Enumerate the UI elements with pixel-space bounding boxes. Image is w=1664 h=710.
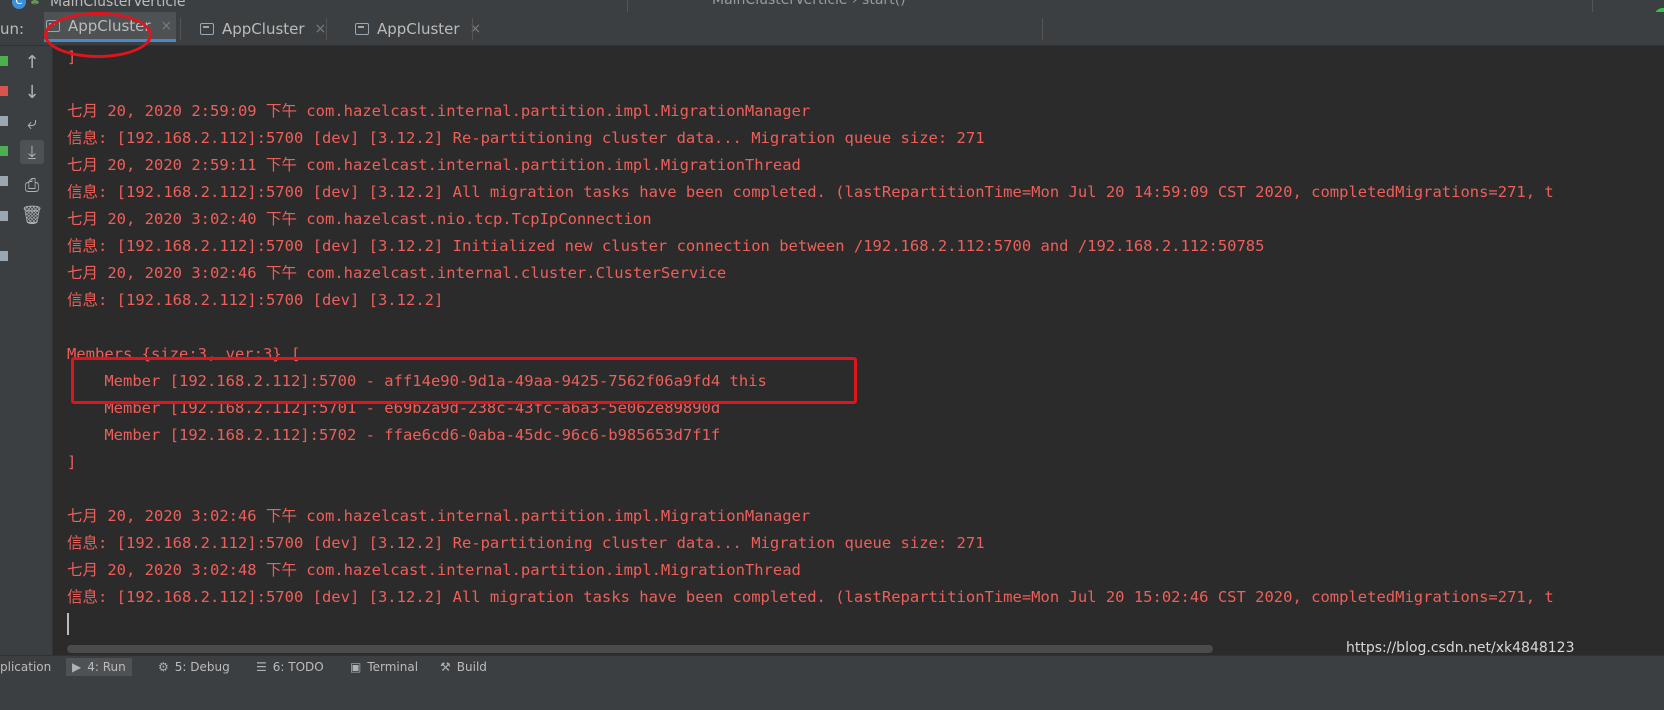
console-line: Member [192.168.2.112]:5700 - aff14e90-9… — [67, 372, 767, 390]
restore-layout-icon[interactable] — [0, 146, 8, 156]
tab-label: plication — [0, 660, 52, 674]
console-toolbar: ↑ ↓ ⤶ ⤓ ⎙ 🗑 — [12, 46, 53, 664]
frame-icon[interactable] — [0, 176, 8, 186]
tab-label: 4: Run — [87, 660, 126, 674]
print-icon[interactable]: ⎙ — [20, 173, 44, 197]
run-tab-bar: un: AppCluster × AppCluster × AppCluster… — [0, 12, 1664, 46]
console-line: Member [192.168.2.112]:5702 - ffae6cd6-0… — [67, 426, 721, 444]
title-divider — [1592, 0, 1593, 12]
tab-label: AppCluster — [377, 19, 460, 38]
pin-icon[interactable] — [0, 251, 8, 261]
tab-label: Terminal — [367, 660, 419, 674]
console-line: 信息: [192.168.2.112]:5700 [dev] [3.12.2] … — [67, 129, 985, 147]
tab-divider — [180, 18, 181, 40]
tab-debug[interactable]: ⚙ 5: Debug — [158, 660, 230, 674]
tool-window-bar: plication ▶ 4: Run ⚙ 5: Debug ☰ 6: TODO … — [0, 655, 1664, 710]
tab-label: AppCluster — [222, 19, 305, 38]
layout-icon[interactable] — [0, 211, 8, 221]
console-line: 信息: [192.168.2.112]:5700 [dev] [3.12.2] … — [67, 588, 1554, 606]
console-output[interactable]: ] 七月 20, 2020 2:59:09 下午 com.hazelcast.i… — [53, 46, 1664, 646]
tab-todo[interactable]: ☰ 6: TODO — [256, 660, 324, 674]
title-divider — [627, 0, 628, 12]
console-line: 信息: [192.168.2.112]:5700 [dev] [3.12.2] … — [67, 183, 1554, 201]
tab-label: AppCluster — [68, 16, 151, 35]
tab-appcluster-2[interactable]: AppCluster × — [200, 12, 326, 45]
run-actions-strip — [0, 46, 12, 664]
trash-icon[interactable]: 🗑 — [20, 203, 44, 227]
rerun-icon[interactable] — [0, 56, 8, 66]
tab-build[interactable]: ⚒ Build — [440, 660, 487, 674]
run-console-icon — [46, 19, 60, 32]
tab-application[interactable]: plication — [0, 660, 51, 674]
down-arrow-icon[interactable]: ↓ — [20, 80, 44, 104]
up-arrow-icon[interactable]: ↑ — [20, 50, 44, 74]
tab-label: Build — [456, 660, 487, 674]
horizontal-scrollbar[interactable] — [67, 645, 1213, 653]
console-line: ] — [67, 453, 77, 471]
text-caret — [67, 613, 69, 635]
console-line: 七月 20, 2020 3:02:40 下午 com.hazelcast.nio… — [67, 210, 652, 228]
scroll-to-end-icon[interactable]: ⤓ — [20, 140, 44, 164]
close-icon[interactable]: × — [161, 18, 173, 34]
console-line: 信息: [192.168.2.112]:5700 [dev] [3.12.2] — [67, 291, 444, 309]
tab-run[interactable]: ▶ 4: Run — [66, 658, 132, 676]
console-line: 七月 20, 2020 3:02:48 下午 com.hazelcast.int… — [67, 561, 801, 579]
tab-appcluster-3[interactable]: AppCluster × — [355, 12, 481, 45]
debug-icon: ⚙ — [158, 660, 169, 674]
console-line: Member [192.168.2.112]:5701 - e69b2a9d-2… — [67, 399, 721, 417]
console-line: 七月 20, 2020 2:59:11 下午 com.hazelcast.int… — [67, 156, 801, 174]
tab-label: 5: Debug — [174, 660, 230, 674]
editor-file-name[interactable]: MainClusterVerticle — [50, 0, 186, 10]
tab-appcluster-1[interactable]: AppCluster × — [44, 12, 176, 42]
run-icon: ▶ — [72, 660, 82, 674]
breadcrumb[interactable]: MainClusterVerticle › start() — [712, 0, 906, 8]
tab-label: 6: TODO — [272, 660, 324, 674]
soft-wrap-icon[interactable]: ⤶ — [20, 111, 44, 135]
todo-icon: ☰ — [256, 660, 267, 674]
console-line: Members {size:3, ver:3} [ — [67, 345, 301, 363]
watermark: https://blog.csdn.net/xk4848123 — [1346, 640, 1575, 656]
run-console-icon — [355, 22, 369, 35]
console-line: 七月 20, 2020 3:02:46 下午 com.hazelcast.int… — [67, 507, 811, 525]
tab-divider — [326, 18, 327, 40]
build-icon: ⚒ — [440, 660, 451, 674]
close-icon[interactable]: × — [315, 21, 327, 37]
tab-divider — [1042, 18, 1043, 40]
console-line: 七月 20, 2020 3:02:46 下午 com.hazelcast.int… — [67, 264, 727, 282]
console-line: ] — [67, 48, 77, 66]
tab-divider — [472, 18, 473, 40]
console-line: 七月 20, 2020 2:59:09 下午 com.hazelcast.int… — [67, 102, 811, 120]
class-file-icon: C — [12, 0, 26, 9]
tab-terminal[interactable]: ▣ Terminal — [350, 660, 418, 674]
run-panel-label: un: — [0, 20, 25, 38]
terminal-icon: ▣ — [350, 660, 362, 674]
console-line: 信息: [192.168.2.112]:5700 [dev] [3.12.2] … — [67, 237, 1265, 255]
title-bar: C ♣ MainClusterVerticle MainClusterVerti… — [0, 0, 1664, 12]
stop-icon[interactable] — [0, 86, 8, 96]
camera-icon[interactable] — [0, 116, 8, 126]
run-console-icon — [200, 22, 214, 35]
console-line: 信息: [192.168.2.112]:5700 [dev] [3.12.2] … — [67, 534, 985, 552]
run-config-icon: ♣ — [30, 0, 40, 8]
